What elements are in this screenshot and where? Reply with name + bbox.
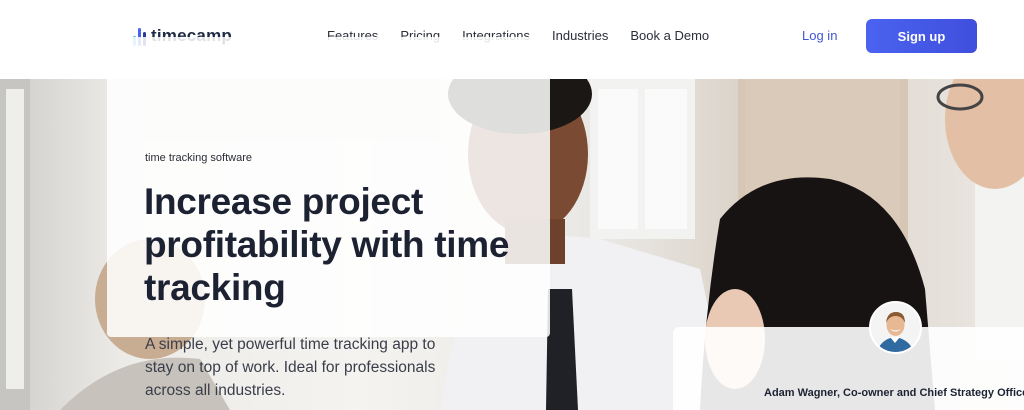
- person-photo: [871, 303, 920, 352]
- avatar: [869, 301, 922, 354]
- nav-item-industries[interactable]: Industries: [552, 28, 608, 43]
- hero-headline: Increase project profitability with time…: [144, 181, 510, 308]
- nav-item-book-demo[interactable]: Book a Demo: [630, 28, 709, 43]
- hero-eyebrow: time tracking software: [145, 152, 252, 164]
- testimonial-attribution: Adam Wagner, Co-owner and Chief Strategy…: [764, 387, 1024, 399]
- signup-button[interactable]: Sign up: [866, 19, 977, 53]
- login-link[interactable]: Log in: [802, 28, 837, 43]
- hero-subtext: A simple, yet powerful time tracking app…: [145, 336, 436, 399]
